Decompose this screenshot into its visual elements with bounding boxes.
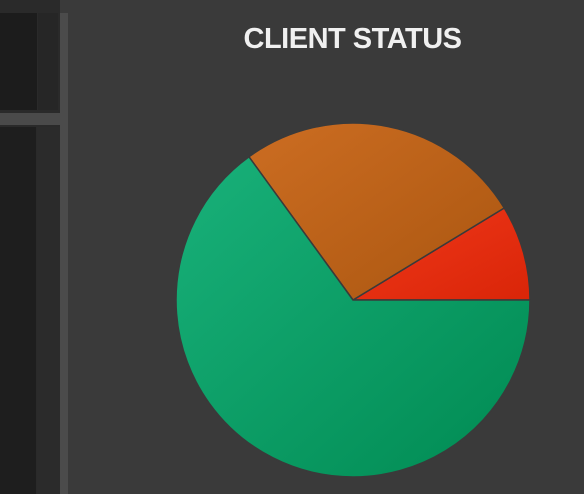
dashboard-panel: CLIENT STATUS (0, 0, 584, 494)
pie-slices (175, 122, 531, 478)
pie-chart (175, 122, 531, 478)
